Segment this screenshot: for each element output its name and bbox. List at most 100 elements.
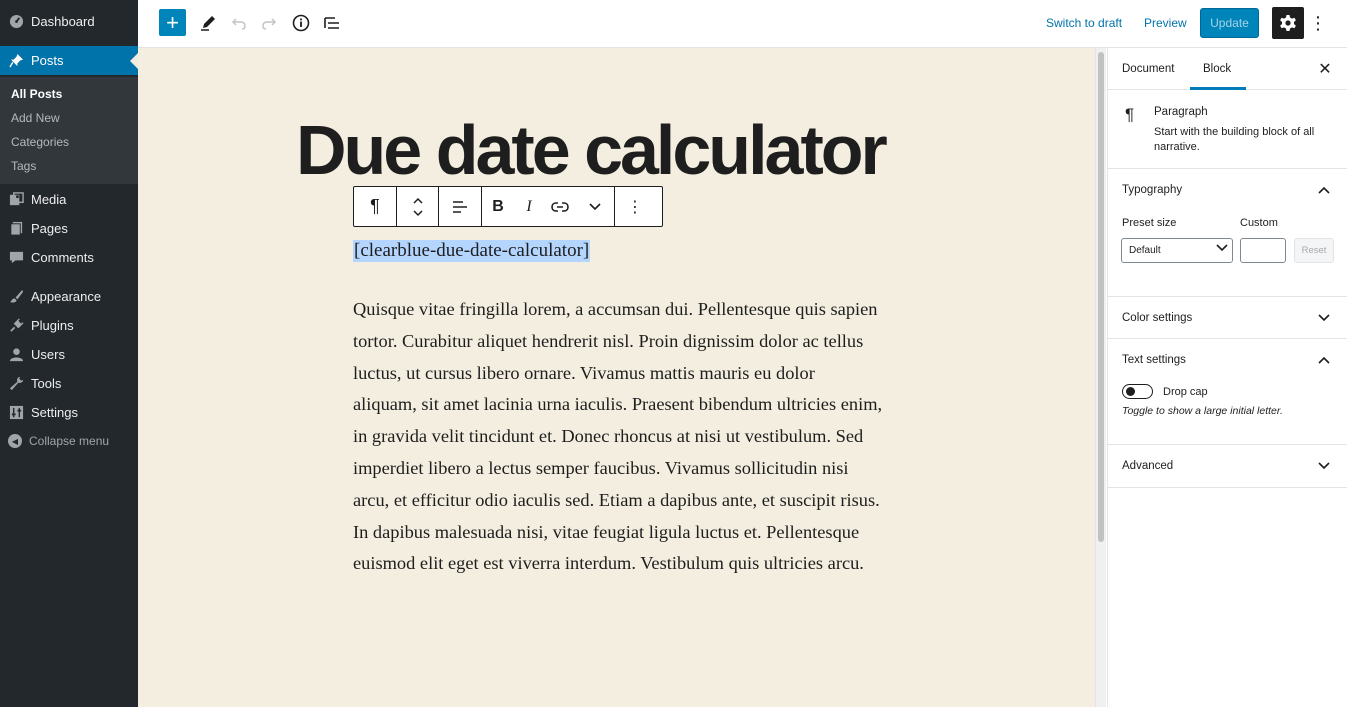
block-options-button[interactable]: ⋮ bbox=[615, 187, 655, 226]
align-button[interactable] bbox=[439, 187, 481, 226]
posts-submenu: All Posts Add New Categories Tags bbox=[0, 77, 138, 184]
bold-icon: B bbox=[492, 197, 504, 215]
chevron-up-icon bbox=[1318, 356, 1330, 364]
menu-label-media: Media bbox=[31, 191, 67, 207]
menu-label-pages: Pages bbox=[31, 220, 68, 236]
info-icon bbox=[292, 14, 310, 32]
wrench-icon bbox=[8, 375, 24, 391]
editor-top-toolbar: + Switch to draft Preview Update ⋮ bbox=[138, 0, 1347, 48]
shortcode-paragraph[interactable]: [clearblue-due-date-calculator] bbox=[353, 240, 591, 262]
menu-item-appearance[interactable]: Appearance bbox=[0, 281, 138, 311]
content-info-button[interactable] bbox=[287, 8, 315, 38]
color-settings-title[interactable]: Color settings bbox=[1122, 312, 1192, 324]
tab-document[interactable]: Document bbox=[1122, 63, 1174, 75]
undo-icon bbox=[231, 18, 246, 30]
advanced-title[interactable]: Advanced bbox=[1122, 460, 1173, 472]
link-button[interactable] bbox=[544, 187, 576, 226]
typography-toggle[interactable] bbox=[1316, 182, 1332, 198]
link-icon bbox=[551, 201, 569, 212]
undo-button[interactable] bbox=[225, 8, 253, 38]
menu-label-settings: Settings bbox=[31, 404, 78, 420]
typography-title[interactable]: Typography bbox=[1122, 184, 1182, 196]
collapse-arrow-icon: ◀ bbox=[8, 434, 22, 448]
menu-item-plugins[interactable]: Plugins bbox=[0, 310, 138, 340]
align-left-icon bbox=[453, 200, 467, 213]
plug-icon bbox=[8, 317, 24, 333]
pages-icon bbox=[8, 220, 24, 236]
advanced-toggle[interactable] bbox=[1316, 458, 1332, 474]
custom-size-input[interactable] bbox=[1240, 238, 1286, 263]
editor-canvas: Due date calculator ¶ B I ⋮ [clearblue-d… bbox=[138, 48, 1095, 707]
text-settings-toggle[interactable] bbox=[1316, 352, 1332, 368]
text-settings-title[interactable]: Text settings bbox=[1122, 354, 1186, 366]
body-paragraph[interactable]: Quisque vitae fringilla lorem, a accumsa… bbox=[353, 294, 883, 580]
add-block-button[interactable]: + bbox=[159, 9, 186, 36]
media-icon bbox=[8, 191, 24, 207]
paintbrush-icon bbox=[8, 288, 24, 304]
italic-button[interactable]: I bbox=[514, 187, 544, 226]
menu-item-comments[interactable]: Comments bbox=[0, 242, 138, 272]
paragraph-icon: ¶ bbox=[370, 196, 380, 216]
post-title[interactable]: Due date calculator bbox=[296, 110, 888, 190]
editor-scrollbar[interactable] bbox=[1095, 48, 1106, 707]
submenu-tags[interactable]: Tags bbox=[11, 159, 36, 173]
menu-label-comments: Comments bbox=[31, 249, 94, 265]
block-switcher-group: ¶ bbox=[354, 187, 397, 226]
pushpin-icon bbox=[8, 53, 24, 69]
more-options-button[interactable]: ⋮ bbox=[1309, 8, 1327, 38]
drop-cap-label: Drop cap bbox=[1163, 386, 1208, 398]
typography-panel: Typography Preset size Custom Default Re… bbox=[1108, 169, 1347, 297]
drop-cap-help-text: Toggle to show a large initial letter. bbox=[1122, 405, 1283, 417]
tools-button[interactable] bbox=[194, 8, 222, 38]
redo-button[interactable] bbox=[255, 8, 283, 38]
dashboard-icon bbox=[8, 13, 24, 29]
block-toolbar: ¶ B I ⋮ bbox=[353, 186, 663, 227]
menu-item-posts[interactable]: Posts bbox=[0, 46, 138, 75]
preview-button[interactable]: Preview bbox=[1144, 16, 1187, 30]
options-group: ⋮ bbox=[615, 187, 655, 226]
comment-icon bbox=[8, 249, 24, 265]
menu-item-tools[interactable]: Tools bbox=[0, 368, 138, 398]
block-settings-sidebar: Document Block ✕ ¶ Paragraph Start with … bbox=[1107, 48, 1347, 707]
chevron-down-icon bbox=[1318, 462, 1330, 470]
bold-button[interactable]: B bbox=[482, 187, 514, 226]
submenu-all-posts[interactable]: All Posts bbox=[11, 87, 62, 101]
chevron-up-down-icon bbox=[412, 197, 423, 216]
menu-item-media[interactable]: Media bbox=[0, 184, 138, 214]
more-vertical-icon: ⋮ bbox=[627, 198, 643, 216]
color-settings-panel: Color settings bbox=[1108, 297, 1347, 339]
block-type-button[interactable]: ¶ bbox=[354, 187, 396, 226]
block-navigation-button[interactable] bbox=[318, 8, 346, 38]
format-group: B I bbox=[482, 187, 615, 226]
scrollbar-thumb[interactable] bbox=[1098, 52, 1104, 542]
close-sidebar-button[interactable]: ✕ bbox=[1316, 59, 1334, 79]
reset-size-button[interactable]: Reset bbox=[1294, 238, 1334, 263]
switch-to-draft-button[interactable]: Switch to draft bbox=[1046, 16, 1122, 30]
paragraph-icon: ¶ bbox=[1125, 105, 1135, 124]
more-vertical-icon: ⋮ bbox=[1309, 12, 1327, 33]
menu-label-tools: Tools bbox=[31, 375, 62, 391]
chevron-down-icon bbox=[1318, 314, 1330, 322]
admin-sidebar: Dashboard Posts All Posts Add New Catego… bbox=[0, 0, 138, 707]
list-view-icon bbox=[324, 17, 339, 29]
menu-item-settings[interactable]: Settings bbox=[0, 397, 138, 427]
more-formats-button[interactable] bbox=[576, 187, 614, 226]
menu-label-collapse: Collapse menu bbox=[29, 434, 110, 448]
submenu-categories[interactable]: Categories bbox=[11, 135, 69, 149]
submenu-add-new[interactable]: Add New bbox=[11, 111, 60, 125]
tab-block[interactable]: Block bbox=[1203, 63, 1231, 75]
color-settings-toggle[interactable] bbox=[1316, 310, 1332, 326]
drop-cap-toggle[interactable] bbox=[1122, 384, 1153, 399]
move-block-button[interactable] bbox=[397, 187, 438, 226]
settings-toggle-button[interactable] bbox=[1272, 7, 1304, 39]
preset-size-select[interactable]: Default bbox=[1121, 238, 1233, 263]
chevron-up-icon bbox=[1318, 186, 1330, 194]
menu-item-users[interactable]: Users bbox=[0, 339, 138, 369]
close-icon: ✕ bbox=[1318, 61, 1332, 78]
update-button[interactable]: Update bbox=[1200, 8, 1259, 38]
sidebar-tabs: Document Block ✕ bbox=[1108, 48, 1347, 90]
menu-item-pages[interactable]: Pages bbox=[0, 213, 138, 243]
collapse-menu-button[interactable]: ◀ Collapse menu bbox=[0, 426, 138, 456]
pencil-icon bbox=[201, 16, 215, 31]
menu-item-dashboard[interactable]: Dashboard bbox=[0, 6, 138, 36]
